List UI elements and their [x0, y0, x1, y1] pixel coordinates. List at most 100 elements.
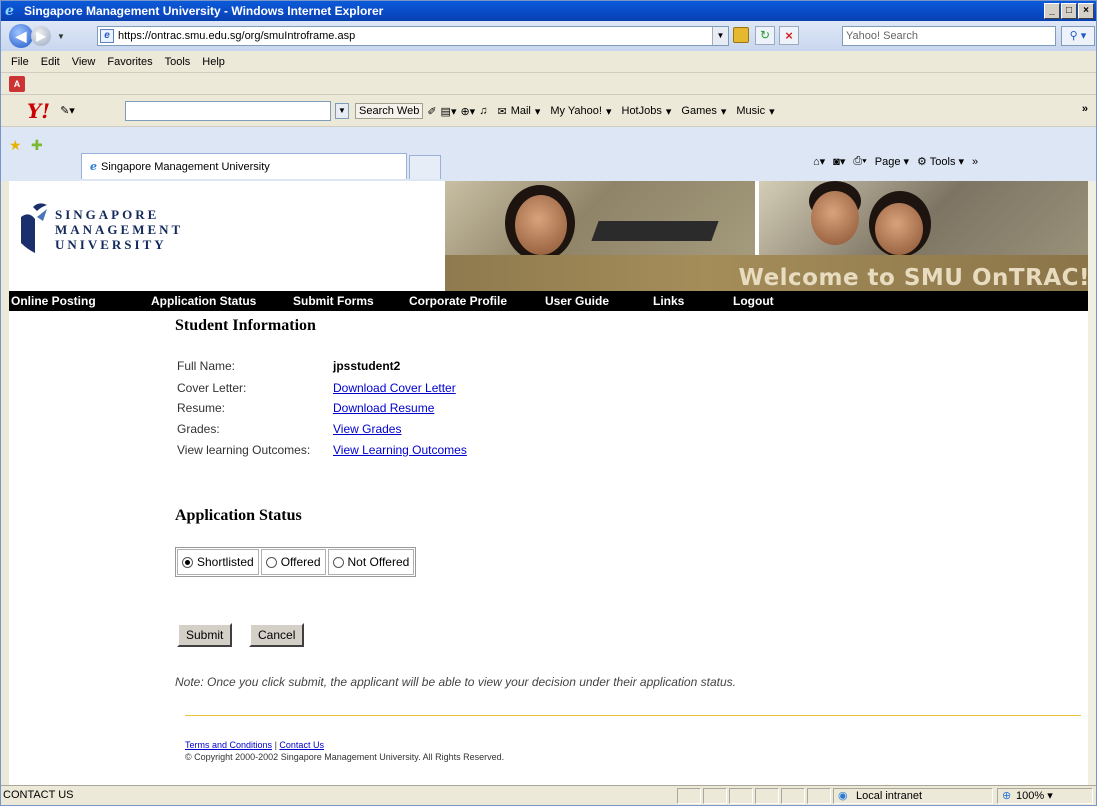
full-name-value: jpsstudent2: [333, 359, 401, 373]
radio-selected-icon[interactable]: [182, 556, 193, 568]
url-text[interactable]: https://ontrac.smu.edu.sg/org/smuIntrofr…: [118, 30, 355, 42]
games-button[interactable]: Games: [681, 105, 716, 117]
search-web-button[interactable]: Search Web: [355, 103, 424, 119]
menu-favorites[interactable]: Favorites: [107, 56, 152, 68]
pdf-icon[interactable]: A: [9, 76, 25, 92]
my-yahoo-button[interactable]: My Yahoo!: [550, 105, 602, 117]
tab-title: Singapore Management University: [101, 160, 270, 173]
tools-menu-label: Tools: [929, 156, 956, 168]
layout-icon[interactable]: ▤▾: [441, 105, 457, 118]
download-resume-link[interactable]: Download Resume: [333, 401, 434, 415]
tools-menu[interactable]: ⚙ Tools ▾: [917, 155, 964, 168]
status-cell: [729, 788, 753, 804]
hotjobs-button[interactable]: HotJobs: [622, 105, 662, 117]
view-learning-outcomes-link[interactable]: View Learning Outcomes: [333, 443, 467, 457]
feeds-icon[interactable]: ◙▾: [833, 155, 845, 168]
submit-button[interactable]: Submit: [177, 623, 233, 647]
stop-button[interactable]: ×: [779, 26, 799, 45]
view-grades-link[interactable]: View Grades: [333, 422, 401, 436]
minimize-button[interactable]: _: [1044, 3, 1060, 19]
logo-line3: UNIVERSITY: [55, 237, 167, 252]
status-cell: [781, 788, 805, 804]
zoom-icon: ⊕: [1002, 790, 1012, 802]
welcome-text: Welcome to SMU OnTRAC!: [738, 265, 1090, 291]
smu-logo-text: SINGAPORE MANAGEMENT UNIVERSITY: [55, 207, 183, 252]
new-tab-button[interactable]: [409, 155, 441, 179]
nav-links[interactable]: Links: [653, 294, 684, 308]
terms-link[interactable]: Terms and Conditions: [185, 740, 272, 750]
learning-outcomes-label: View learning Outcomes:: [177, 443, 311, 457]
footer-sep: |: [274, 740, 277, 750]
home-icon[interactable]: ⌂▾: [813, 155, 825, 168]
pencil-icon[interactable]: ✎▾: [60, 104, 75, 117]
radio-not-offered[interactable]: Not Offered: [327, 549, 415, 575]
page-menu[interactable]: Page ▾: [875, 155, 909, 168]
main-content: Student Information Full Name: jpsstuden…: [9, 311, 1096, 785]
footer-divider: [185, 715, 1081, 716]
menu-tools[interactable]: Tools: [165, 56, 191, 68]
browser-window: e Singapore Management University - Wind…: [0, 0, 1097, 806]
music-button[interactable]: Music: [736, 105, 765, 117]
status-cell: [807, 788, 831, 804]
menu-help[interactable]: Help: [202, 56, 225, 68]
pdf-toolbar: A: [1, 73, 1096, 95]
radio-unselected-icon[interactable]: [265, 556, 277, 568]
radio-unselected-icon[interactable]: [332, 556, 344, 568]
close-button[interactable]: ×: [1078, 3, 1094, 19]
download-cover-letter-link[interactable]: Download Cover Letter: [333, 381, 456, 395]
nav-application-status[interactable]: Application Status: [151, 294, 256, 308]
zoom-control[interactable]: ⊕ 100% ▾: [997, 788, 1093, 804]
logo-line1: SINGAPORE: [55, 207, 160, 222]
lock-icon[interactable]: [733, 27, 749, 43]
nav-corporate-profile[interactable]: Corporate Profile: [409, 294, 507, 308]
status-cell: [677, 788, 701, 804]
search-input[interactable]: Yahoo! Search: [842, 26, 1056, 46]
page-menu-label: Page: [874, 156, 901, 168]
globe-icon[interactable]: ⊕▾: [460, 105, 475, 118]
back-button[interactable]: ◀: [9, 24, 33, 48]
status-text: CONTACT US: [3, 789, 74, 801]
history-dropdown-icon[interactable]: ▼: [57, 32, 65, 41]
music-note-icon[interactable]: ♫: [479, 105, 487, 117]
address-bar[interactable]: e https://ontrac.smu.edu.sg/org/smuIntro…: [97, 26, 729, 46]
add-favorites-icon[interactable]: ✚: [31, 137, 43, 154]
status-radio-group: Shortlisted Offered Not Offered: [175, 547, 417, 577]
menu-edit[interactable]: Edit: [41, 56, 60, 68]
yahoo-logo-icon[interactable]: Y!: [27, 99, 50, 123]
submit-note: Note: Once you click submit, the applica…: [175, 675, 736, 689]
more-chevron-icon[interactable]: »: [1082, 103, 1088, 115]
cancel-button[interactable]: Cancel: [249, 623, 305, 647]
radio-shortlisted[interactable]: Shortlisted: [177, 549, 259, 575]
status-bar: CONTACT US ◉ Local intranet ⊕ 100% ▾: [1, 785, 1096, 805]
nav-user-guide[interactable]: User Guide: [545, 294, 609, 308]
highlight-icon[interactable]: ✐: [427, 105, 436, 118]
cover-letter-label: Cover Letter:: [177, 381, 247, 395]
banner: SINGAPORE MANAGEMENT UNIVERSITY Welcome …: [9, 181, 1096, 291]
nav-logout[interactable]: Logout: [733, 294, 774, 308]
nav-online-posting[interactable]: Online Posting: [11, 294, 96, 308]
yahoo-search-input[interactable]: [125, 101, 331, 121]
more-tools-icon[interactable]: »: [972, 156, 978, 168]
menu-file[interactable]: File: [11, 56, 29, 68]
print-icon[interactable]: ⎙▾: [853, 155, 866, 168]
gear-icon: ⚙: [917, 156, 927, 168]
title-bar: e Singapore Management University - Wind…: [1, 1, 1096, 21]
nav-submit-forms[interactable]: Submit Forms: [293, 294, 374, 308]
scrollbar[interactable]: [1088, 181, 1096, 785]
radio-offered-label: Offered: [280, 555, 321, 569]
mail-button[interactable]: Mail: [511, 105, 531, 117]
refresh-button[interactable]: ↻: [755, 26, 775, 45]
contact-us-link[interactable]: Contact Us: [279, 740, 324, 750]
tab-smu[interactable]: e Singapore Management University: [81, 153, 407, 179]
footer: Terms and Conditions | Contact Us © Copy…: [185, 739, 504, 763]
zone-cell[interactable]: ◉ Local intranet: [833, 788, 993, 804]
radio-not-offered-label: Not Offered: [347, 555, 410, 569]
maximize-button[interactable]: □: [1061, 3, 1077, 19]
search-button[interactable]: ⚲ ▾: [1061, 26, 1095, 46]
radio-offered[interactable]: Offered: [260, 549, 326, 575]
yahoo-search-dropdown-icon[interactable]: ▼: [335, 103, 349, 119]
favorites-star-icon[interactable]: ★: [9, 137, 22, 154]
forward-button[interactable]: ▶: [31, 26, 51, 46]
address-dropdown-icon[interactable]: ▼: [712, 27, 728, 45]
menu-view[interactable]: View: [72, 56, 96, 68]
